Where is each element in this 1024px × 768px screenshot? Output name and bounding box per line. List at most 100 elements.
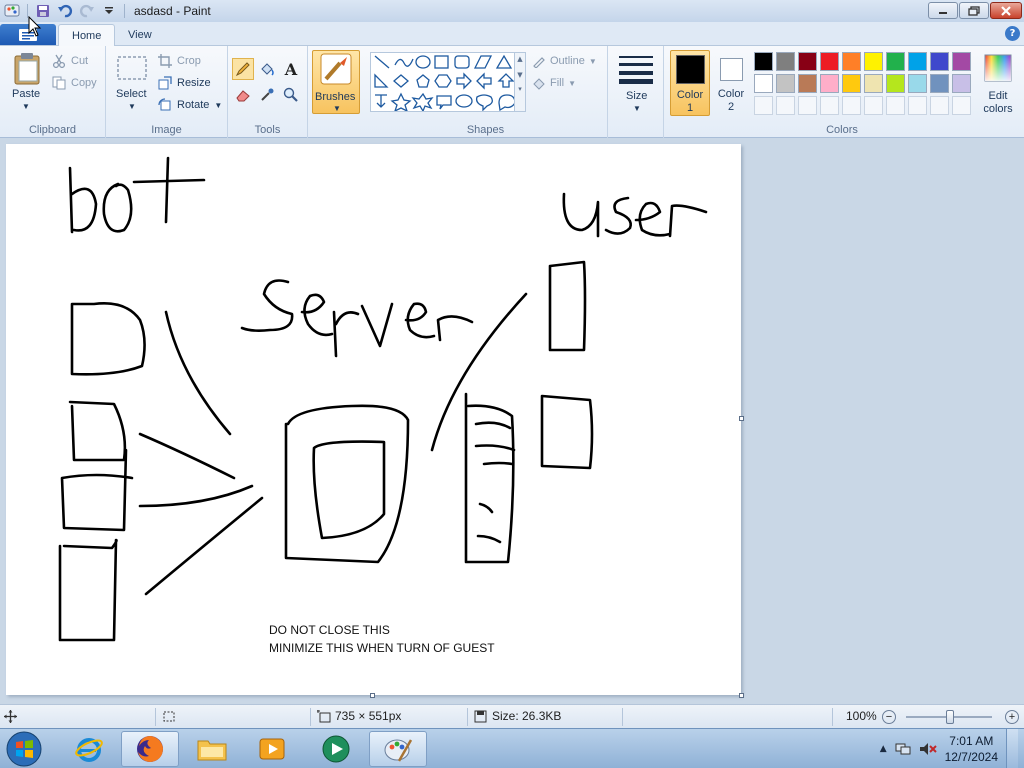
color-swatch[interactable]: [754, 52, 773, 71]
magnifier-tool[interactable]: [280, 84, 302, 106]
copy-button[interactable]: Copy: [52, 74, 97, 92]
network-icon[interactable]: [895, 741, 911, 757]
color-swatch[interactable]: [886, 74, 905, 93]
pencil-tool[interactable]: [232, 58, 254, 80]
eraser-tool[interactable]: [232, 84, 254, 106]
taskbar-firefox[interactable]: [121, 731, 179, 767]
custom-color-slot[interactable]: [886, 96, 905, 115]
redo-icon[interactable]: [77, 2, 97, 20]
pencil-icon: [235, 62, 250, 77]
outline-button[interactable]: Outline ▼: [532, 52, 597, 70]
customize-toolbar-icon[interactable]: [99, 2, 119, 20]
color-swatch[interactable]: [798, 74, 817, 93]
edit-colors-button[interactable]: Edit colors: [976, 52, 1020, 116]
copy-icon: [52, 76, 66, 90]
minimize-button[interactable]: [928, 2, 958, 19]
color-swatch[interactable]: [908, 52, 927, 71]
size-label: Size: [626, 90, 648, 102]
title-bar: asdasd - Paint: [0, 0, 1024, 22]
disk-icon: [474, 710, 487, 723]
custom-color-slot[interactable]: [798, 96, 817, 115]
fill-tool[interactable]: [256, 58, 278, 80]
cut-button[interactable]: Cut: [52, 52, 88, 70]
maximize-button[interactable]: [959, 2, 989, 19]
color-swatch[interactable]: [820, 74, 839, 93]
rotate-button[interactable]: Rotate ▼: [158, 96, 222, 114]
show-hidden-icons[interactable]: ▲: [880, 744, 887, 754]
select-button[interactable]: Select ▼: [114, 54, 150, 114]
folder-icon: [197, 740, 227, 761]
color2-button[interactable]: Color 2: [712, 50, 750, 116]
zoom-slider-thumb[interactable]: [946, 710, 954, 724]
color-swatch[interactable]: [776, 74, 795, 93]
color1-label: Color: [676, 89, 704, 101]
tab-home[interactable]: Home: [58, 24, 116, 46]
shapes-gallery[interactable]: [370, 52, 522, 113]
color-swatch[interactable]: [776, 52, 795, 71]
resize-button[interactable]: Resize: [158, 74, 211, 92]
undo-icon[interactable]: [55, 2, 75, 20]
taskbar-media-center[interactable]: [307, 731, 365, 767]
zoom-out-button[interactable]: −: [882, 710, 896, 724]
workspace[interactable]: DO NOT CLOSE THIS MINIMIZE THIS WHEN TUR…: [0, 138, 1024, 704]
taskbar-file-explorer[interactable]: [183, 731, 241, 767]
custom-color-slot[interactable]: [820, 96, 839, 115]
custom-color-slot[interactable]: [952, 96, 971, 115]
text-tool-icon[interactable]: A: [280, 58, 302, 80]
chevron-down-icon: ▼: [128, 102, 136, 111]
tab-view[interactable]: View: [115, 24, 165, 46]
custom-color-slot[interactable]: [754, 96, 773, 115]
color-swatch[interactable]: [930, 52, 949, 71]
volume-muted-icon[interactable]: [919, 741, 937, 757]
color-swatch[interactable]: [798, 52, 817, 71]
color-swatch[interactable]: [952, 52, 971, 71]
drawing-canvas[interactable]: DO NOT CLOSE THIS MINIMIZE THIS WHEN TUR…: [6, 144, 741, 695]
color-swatch[interactable]: [886, 52, 905, 71]
color-picker-tool[interactable]: [256, 84, 278, 106]
brushes-button[interactable]: Brushes ▼: [312, 50, 360, 114]
start-button[interactable]: [4, 730, 44, 768]
firefox-icon: [137, 736, 163, 762]
canvas-resize-handle-right[interactable]: [739, 416, 744, 421]
custom-color-slot[interactable]: [930, 96, 949, 115]
taskbar-media-player[interactable]: [243, 731, 301, 767]
close-button[interactable]: [990, 2, 1022, 19]
canvas-resize-handle-bottom[interactable]: [370, 693, 375, 698]
color-swatch[interactable]: [754, 74, 773, 93]
color-swatch[interactable]: [952, 74, 971, 93]
custom-color-slot[interactable]: [842, 96, 861, 115]
file-size: Size: 26.3KB: [492, 709, 562, 723]
internet-explorer-icon: [75, 738, 103, 762]
paste-button[interactable]: Paste ▼: [8, 52, 48, 112]
size-group: Size ▼: [608, 46, 664, 138]
custom-color-slot[interactable]: [908, 96, 927, 115]
crop-button[interactable]: Crop: [158, 52, 201, 70]
color-swatch[interactable]: [930, 74, 949, 93]
custom-color-slot[interactable]: [776, 96, 795, 115]
color-swatch[interactable]: [820, 52, 839, 71]
show-desktop-button[interactable]: [1006, 729, 1018, 768]
tools-group-label: Tools: [254, 124, 281, 136]
taskbar-paint[interactable]: [369, 731, 427, 767]
zoom-in-button[interactable]: +: [1005, 710, 1019, 724]
size-button[interactable]: Size ▼: [616, 52, 656, 116]
clock[interactable]: 7:01 AM 12/7/2024: [945, 733, 998, 765]
paint-app-icon[interactable]: [2, 2, 22, 20]
fill-button[interactable]: Fill ▼: [532, 74, 576, 92]
custom-color-slot[interactable]: [864, 96, 883, 115]
help-icon[interactable]: ?: [1005, 26, 1020, 41]
canvas-note-line2: MINIMIZE THIS WHEN TURN OF GUEST: [269, 641, 495, 655]
shapes-scroll[interactable]: ▲ ▼ ▾: [514, 52, 526, 112]
color1-button[interactable]: Color 1: [670, 50, 710, 116]
canvas-resize-handle-corner[interactable]: [739, 693, 744, 698]
shapes-group: ▲ ▼ ▾ Outline ▼ Fill ▼ Shapes: [364, 46, 608, 138]
chevron-down-icon: ▼: [333, 104, 341, 113]
taskbar-internet-explorer[interactable]: [60, 731, 118, 767]
color-swatch[interactable]: [842, 74, 861, 93]
color-swatch[interactable]: [908, 74, 927, 93]
shapes-group-label: Shapes: [466, 124, 505, 136]
color-swatch[interactable]: [842, 52, 861, 71]
color-swatch[interactable]: [864, 52, 883, 71]
color-swatch[interactable]: [864, 74, 883, 93]
zoom-level: 100%: [846, 709, 877, 723]
